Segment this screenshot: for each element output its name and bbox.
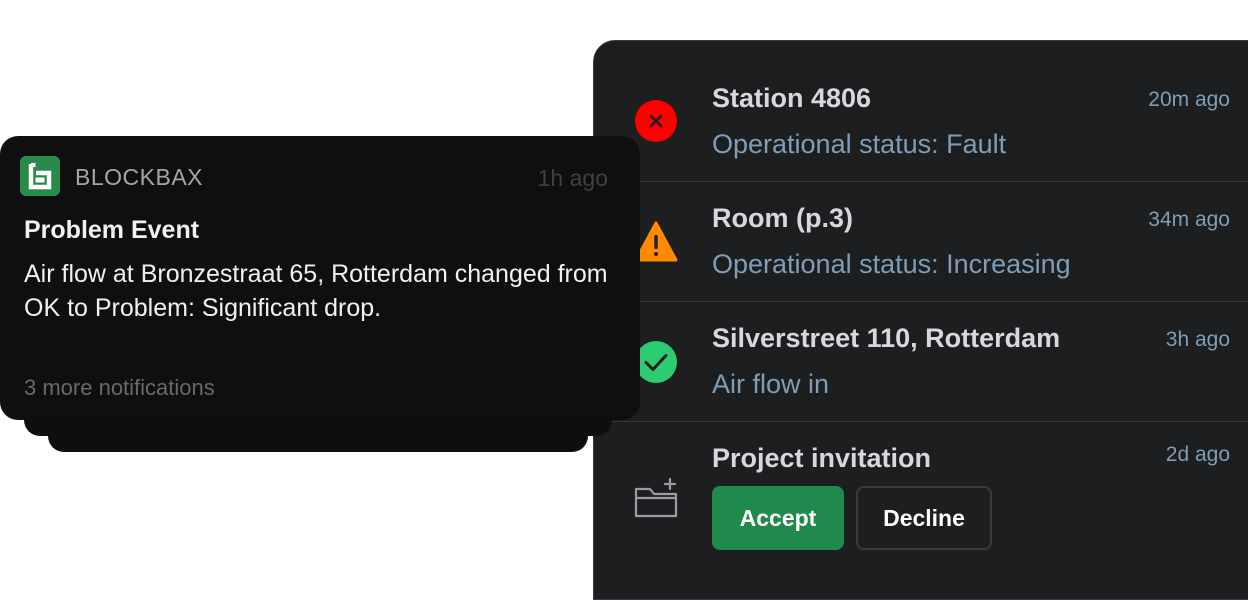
notification-subtitle: Operational status: Increasing xyxy=(712,249,1071,279)
notification-time: 2d ago xyxy=(1165,443,1230,466)
notification-time: 3h ago xyxy=(1165,328,1230,351)
notification-subtitle: Operational status: Fault xyxy=(712,129,1007,159)
warning-icon xyxy=(634,221,678,262)
notification-time: 20m ago xyxy=(1148,88,1230,111)
decline-button[interactable]: Decline xyxy=(856,486,992,550)
error-icon xyxy=(635,100,677,142)
notification-subtitle: Air flow in xyxy=(712,369,830,399)
notification-item-room-p3[interactable]: Room (p.3) Operational status: Increasin… xyxy=(594,182,1248,302)
more-notifications-link[interactable]: 3 more notifications xyxy=(24,375,215,401)
folder-add-icon xyxy=(634,477,678,518)
notification-body: Air flow at Bronzestraat 65, Rotterdam c… xyxy=(24,260,608,322)
notification-title: Room (p.3) xyxy=(712,203,853,233)
notification-title: Silverstreet 110, Rotterdam xyxy=(712,323,1061,353)
notification-title: Station 4806 xyxy=(712,83,872,113)
notification-title: Problem Event xyxy=(24,216,200,244)
notification-item-project-invitation: Project invitation 2d ago Accept Decline xyxy=(594,422,1248,599)
notification-title: Project invitation xyxy=(712,443,932,473)
check-circle-icon xyxy=(635,341,677,383)
notification-time: 1h ago xyxy=(537,165,608,191)
accept-button[interactable]: Accept xyxy=(712,486,844,550)
push-notification[interactable]: BLOCKBAX 1h ago Problem Event Air flow a… xyxy=(0,136,640,420)
notification-item-station-4806[interactable]: Station 4806 Operational status: Fault 2… xyxy=(594,41,1248,182)
notification-item-silverstreet[interactable]: Silverstreet 110, Rotterdam Air flow in … xyxy=(594,302,1248,422)
notification-panel: Station 4806 Operational status: Fault 2… xyxy=(593,40,1248,600)
blockbax-logo-icon xyxy=(20,156,60,196)
app-name: BLOCKBAX xyxy=(75,164,203,190)
notification-time: 34m ago xyxy=(1148,208,1230,231)
